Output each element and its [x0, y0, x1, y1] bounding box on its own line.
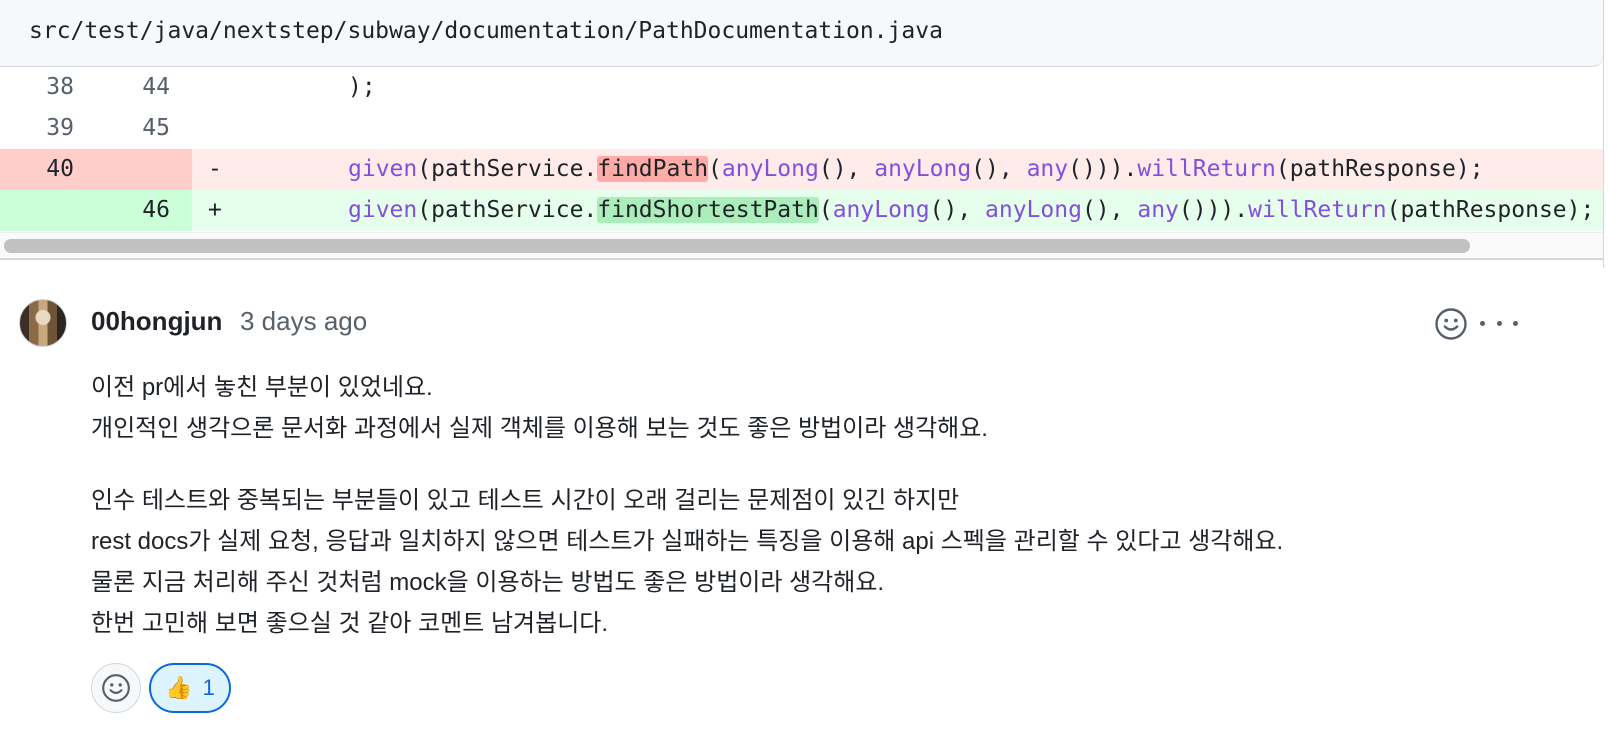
divider	[0, 258, 1603, 260]
diff-row: 38 44 );	[0, 67, 1603, 108]
comment-line: 이전 pr에서 놓친 부분이 있었네요.	[91, 374, 433, 401]
new-line-number[interactable]: 45	[96, 108, 186, 149]
code-token-added-method: findShortestPath	[597, 197, 819, 223]
code-token-anylong: anyLong	[721, 156, 819, 182]
more-options-button[interactable]	[1480, 310, 1518, 336]
comment-line: 개인적인 생각으론 문서화 과정에서 실제 객체를 이용해 보는 것도 좋은 방…	[91, 415, 988, 442]
thumbs-up-reaction[interactable]: 👍 1	[149, 663, 231, 713]
code-token-anylong: anyLong	[874, 156, 972, 182]
code-token-anylong: anyLong	[832, 197, 930, 223]
diff-row-deleted: 40 - given(pathService.findPath(anyLong(…	[0, 149, 1603, 190]
thumbs-up-icon: 👍	[165, 675, 193, 700]
old-line-number[interactable]	[0, 190, 90, 231]
code-token: (	[818, 197, 833, 223]
new-line-number[interactable]: 44	[96, 67, 186, 108]
code-token-anylong: anyLong	[985, 197, 1082, 223]
avatar[interactable]	[19, 299, 67, 347]
code-line: given(pathService.findShortestPath(anyLo…	[348, 190, 1594, 231]
add-reaction-button[interactable]	[1434, 307, 1468, 341]
scrollbar-thumb[interactable]	[4, 239, 1470, 253]
old-line-number[interactable]: 38	[0, 67, 90, 108]
old-line-number[interactable]: 40	[0, 149, 90, 190]
kebab-dot-icon	[1513, 320, 1518, 326]
comment-line: 한번 고민해 보면 좋으실 것 같아 코멘트 남겨봅니다.	[91, 610, 609, 637]
diff-marker-plus: +	[208, 197, 222, 223]
diff-panel: src/test/java/nextstep/subway/documentat…	[0, 0, 1604, 268]
file-header: src/test/java/nextstep/subway/documentat…	[0, 0, 1603, 67]
code-line: given(pathService.findPath(anyLong(), an…	[348, 149, 1484, 190]
comment-line: rest docs가 실제 요청, 응답과 일치하지 않으면 테스트가 실패하는…	[91, 528, 1284, 555]
diff-code: 38 44 ); 39 45 40 - given(pathService.fi…	[0, 67, 1603, 231]
comment-paragraph: 이전 pr에서 놓친 부분이 있었네요. 개인적인 생각으론 문서화 과정에서 …	[91, 367, 1531, 449]
diff-marker-minus: -	[208, 156, 222, 182]
smiley-icon	[1435, 308, 1467, 340]
kebab-dot-icon	[1480, 320, 1485, 326]
comment-timestamp[interactable]: 3 days ago	[240, 306, 367, 337]
code-token-removed-method: findPath	[597, 156, 709, 182]
code-token: (),	[971, 156, 1027, 182]
comment-paragraph: 인수 테스트와 중복되는 부분들이 있고 테스트 시간이 오래 걸리는 문제점이…	[91, 480, 1531, 644]
kebab-dot-icon	[1496, 320, 1502, 326]
code-token: (pathService.	[417, 197, 598, 223]
smiley-icon	[102, 674, 130, 702]
code-token: (),	[929, 197, 986, 223]
diff-row: 39 45	[0, 108, 1603, 149]
code-token: ())).	[1178, 197, 1249, 223]
comment-body: 이전 pr에서 놓친 부분이 있었네요. 개인적인 생각으론 문서화 과정에서 …	[91, 367, 1531, 644]
diff-row-added: 46 + given(pathService.findShortestPath(…	[0, 190, 1603, 231]
code-token: (pathResponse);	[1275, 156, 1484, 182]
code-token-given: given	[348, 197, 418, 223]
comment-line: 인수 테스트와 중복되는 부분들이 있고 테스트 시간이 오래 걸리는 문제점이…	[91, 487, 960, 514]
new-line-number[interactable]: 46	[96, 190, 186, 231]
review-comment: 00hongjun 3 days ago 이전 pr에서 놓친 부분이 있었네요…	[0, 270, 1604, 750]
code-line: );	[348, 74, 376, 100]
comment-line: 물론 지금 처리해 주신 것처럼 mock을 이용하는 방법도 좋은 방법이라 …	[91, 569, 885, 596]
file-path[interactable]: src/test/java/nextstep/subway/documentat…	[29, 18, 943, 44]
code-token-willreturn: willReturn	[1137, 156, 1276, 182]
code-token-willreturn: willReturn	[1248, 197, 1387, 223]
comment-author[interactable]: 00hongjun	[91, 306, 222, 337]
code-token: (),	[818, 156, 875, 182]
code-token: (pathService.	[417, 156, 598, 182]
add-reaction-button[interactable]	[91, 663, 141, 713]
code-token: (pathResponse);	[1386, 197, 1595, 223]
code-token: (	[708, 156, 722, 182]
code-token: ())).	[1068, 156, 1138, 182]
horizontal-scrollbar[interactable]	[0, 232, 1603, 259]
old-line-number[interactable]: 39	[0, 108, 90, 149]
code-token-given: given	[348, 156, 418, 182]
code-token-any: any	[1026, 156, 1069, 182]
new-line-number[interactable]	[96, 149, 186, 190]
code-token-any: any	[1137, 197, 1179, 223]
code-token: (),	[1081, 197, 1138, 223]
reaction-count: 1	[202, 675, 215, 700]
